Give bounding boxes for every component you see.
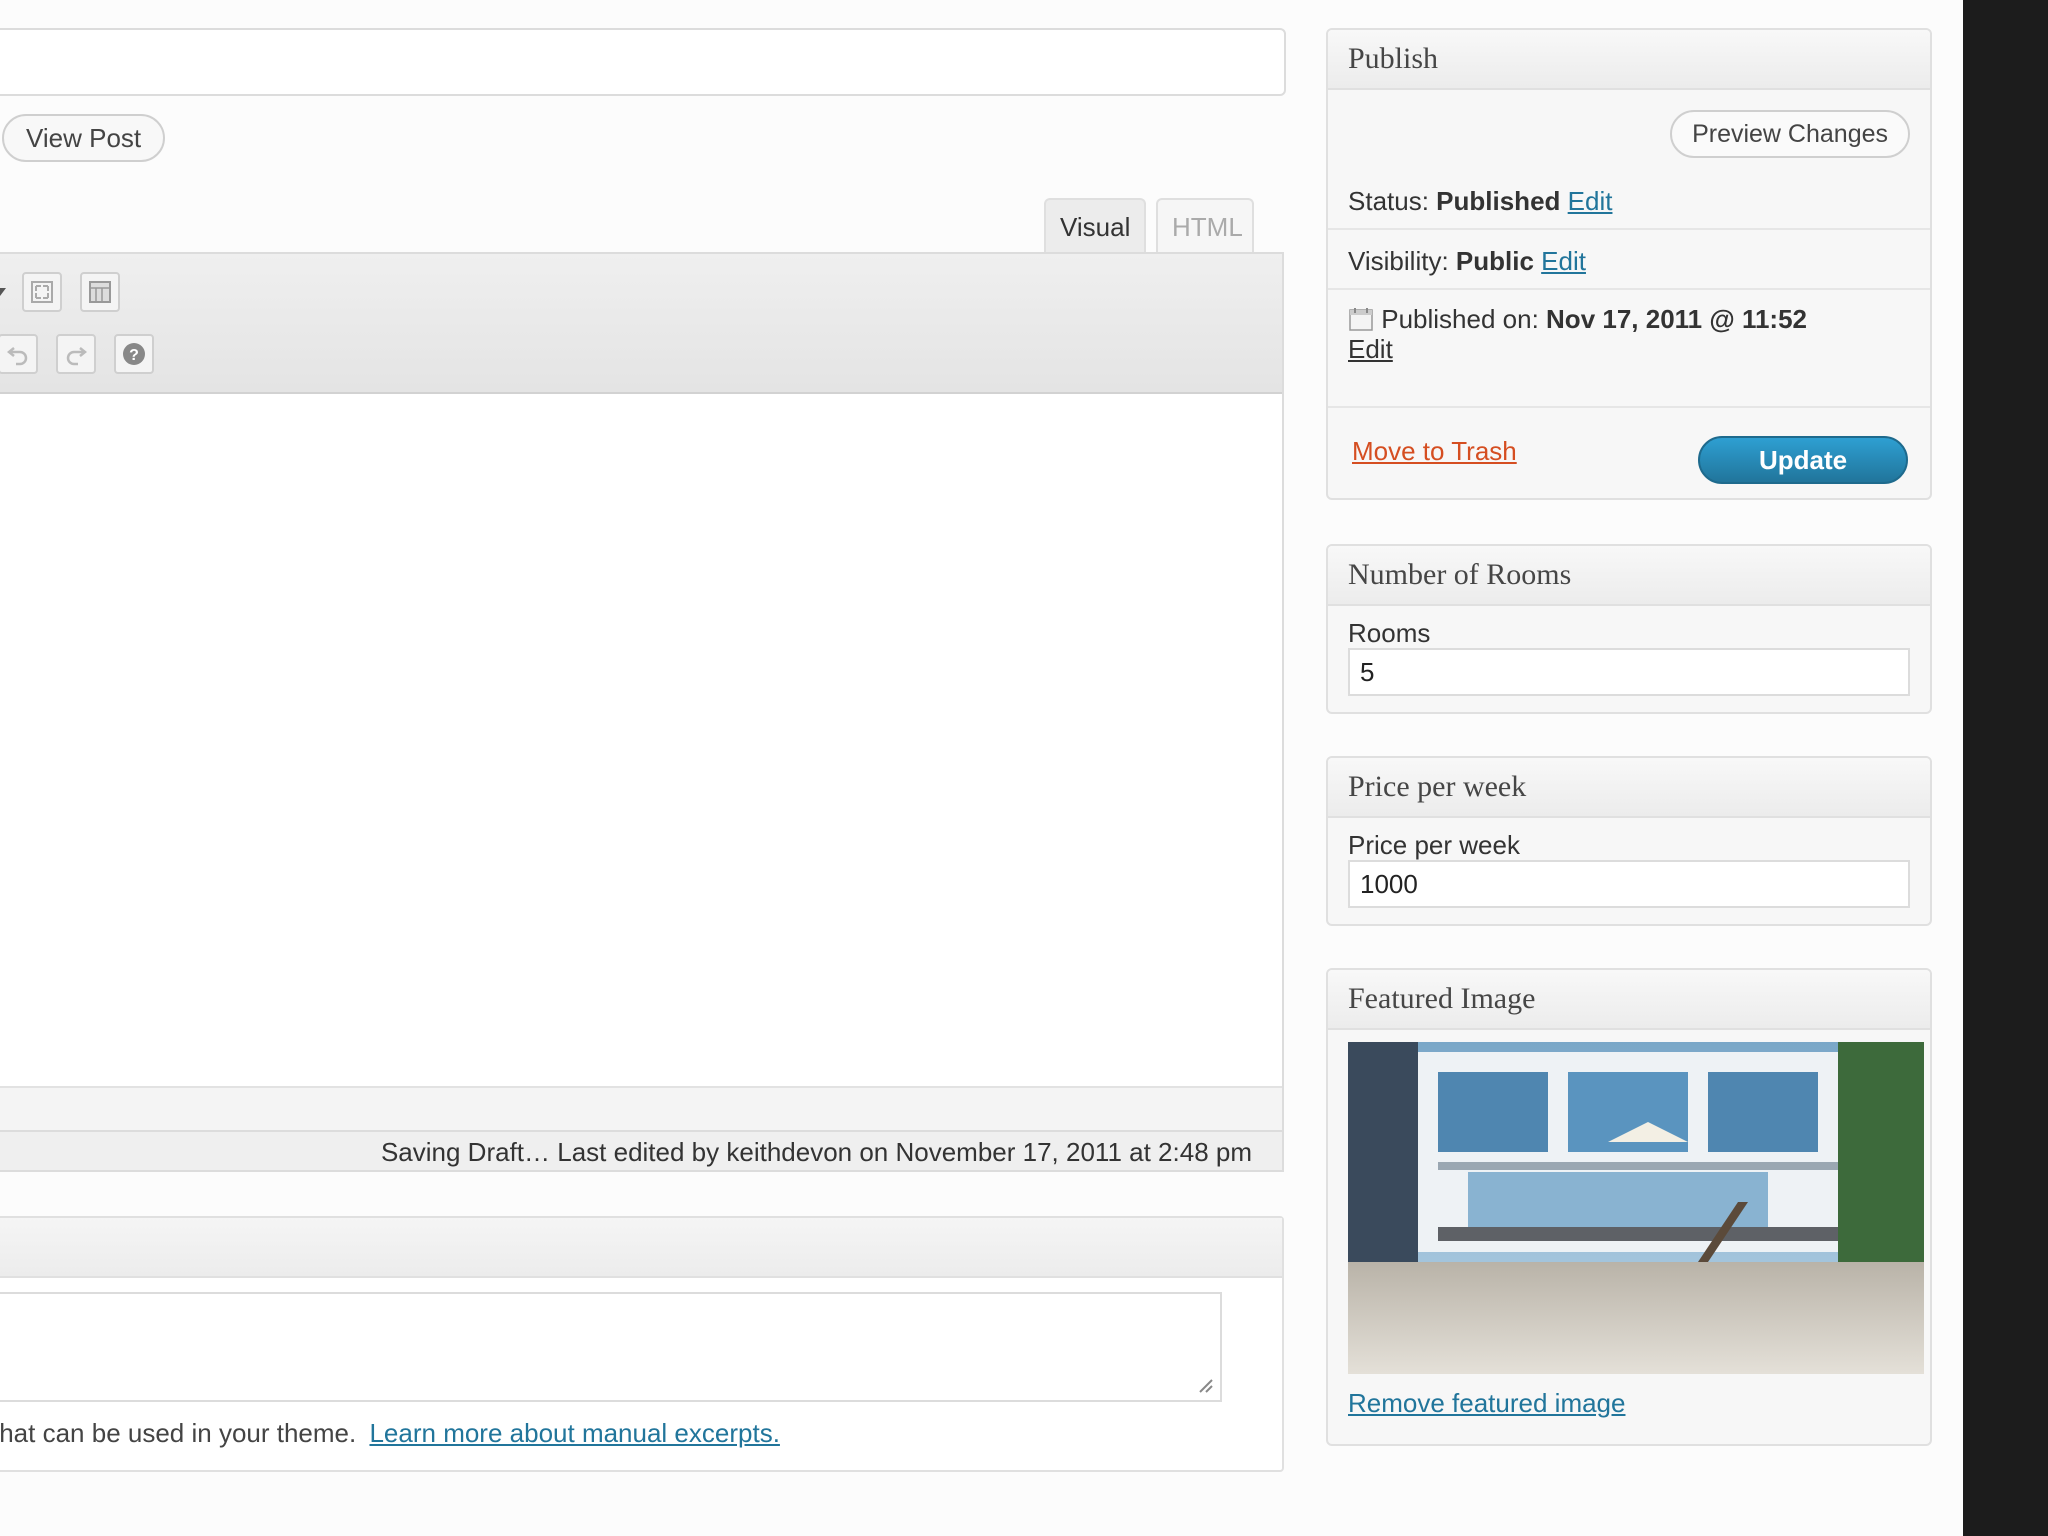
divider: [1328, 288, 1930, 290]
view-post-button[interactable]: View Post: [2, 114, 166, 162]
featured-image[interactable]: [1348, 1042, 1924, 1374]
visibility-edit-link[interactable]: Edit: [1541, 246, 1586, 276]
published-on-label: Published on:: [1381, 304, 1539, 334]
dark-side-panel: [1963, 0, 2048, 1536]
price-box-title[interactable]: Price per week: [1328, 758, 1930, 818]
post-title-input[interactable]: [0, 28, 1286, 96]
update-button[interactable]: Update: [1698, 436, 1908, 484]
last-edited-text: Saving Draft… Last edited by keithdevon …: [380, 1137, 1252, 1167]
excerpt-box: that can be used in your theme. Learn mo…: [0, 1216, 1284, 1472]
editor-path-bar: [0, 1086, 1282, 1132]
price-input[interactable]: 1000: [1348, 860, 1910, 908]
excerpt-help-text: that can be used in your theme. Learn mo…: [0, 1418, 780, 1449]
excerpt-textarea[interactable]: [0, 1292, 1222, 1402]
tab-visual[interactable]: Visual: [1044, 198, 1146, 252]
editor-content-area[interactable]: [0, 394, 1282, 1086]
published-on-edit-link[interactable]: Edit: [1348, 334, 1393, 365]
post-editor-page: View Post Visual HTML ? Saving Draft… La…: [0, 0, 1963, 1536]
kitchen-sink-icon[interactable]: [80, 272, 120, 312]
editor-toolbar: ?: [0, 254, 1282, 394]
featured-image-box: Featured Image Remove featured image: [1326, 968, 1932, 1446]
price-label: Price per week: [1348, 830, 1520, 860]
visibility-value: Public: [1455, 246, 1534, 276]
status-value: Published: [1436, 186, 1561, 216]
status-edit-link[interactable]: Edit: [1568, 186, 1613, 216]
visibility-row: Visibility: Public Edit: [1348, 246, 1586, 277]
price-box: Price per week Price per week 1000: [1326, 756, 1932, 926]
publish-box: Publish Preview Changes Status: Publishe…: [1326, 28, 1932, 500]
tab-html[interactable]: HTML: [1156, 198, 1254, 252]
rooms-box: Number of Rooms Rooms 5: [1326, 544, 1932, 714]
svg-text:?: ?: [129, 347, 139, 364]
status-label: Status:: [1348, 186, 1429, 216]
rooms-label: Rooms: [1348, 618, 1431, 648]
content-editor: ? Saving Draft… Last edited by keithdevo…: [0, 252, 1284, 1172]
divider: [1328, 228, 1930, 230]
visibility-label: Visibility:: [1348, 246, 1449, 276]
published-on-row: Published on: Nov 17, 2011 @ 11:52: [1348, 304, 1807, 335]
rooms-box-title[interactable]: Number of Rooms: [1328, 546, 1930, 606]
learn-more-excerpts-link[interactable]: Learn more about manual excerpts.: [369, 1418, 779, 1448]
fullscreen-icon[interactable]: [22, 272, 62, 312]
published-on-value: Nov 17, 2011 @ 11:52: [1546, 304, 1808, 334]
preview-changes-button[interactable]: Preview Changes: [1670, 110, 1910, 158]
remove-featured-image-link[interactable]: Remove featured image: [1348, 1388, 1625, 1419]
help-icon[interactable]: ?: [114, 334, 154, 374]
excerpt-note-text: that can be used in your theme.: [0, 1418, 357, 1448]
status-row: Status: Published Edit: [1348, 186, 1612, 217]
dropdown-arrow-icon[interactable]: [0, 288, 6, 296]
calendar-icon: [1349, 308, 1373, 331]
featured-image-box-title[interactable]: Featured Image: [1328, 970, 1930, 1030]
publish-box-title[interactable]: Publish: [1328, 30, 1930, 90]
undo-icon[interactable]: [0, 334, 38, 374]
resize-grip-icon[interactable]: [1194, 1374, 1214, 1394]
excerpt-box-header[interactable]: [0, 1218, 1282, 1278]
editor-status-bar: Saving Draft… Last edited by keithdevon …: [0, 1130, 1282, 1170]
move-to-trash-link[interactable]: Move to Trash: [1352, 436, 1517, 467]
divider: [1328, 406, 1930, 408]
redo-icon[interactable]: [56, 334, 96, 374]
rooms-input[interactable]: 5: [1348, 648, 1910, 696]
